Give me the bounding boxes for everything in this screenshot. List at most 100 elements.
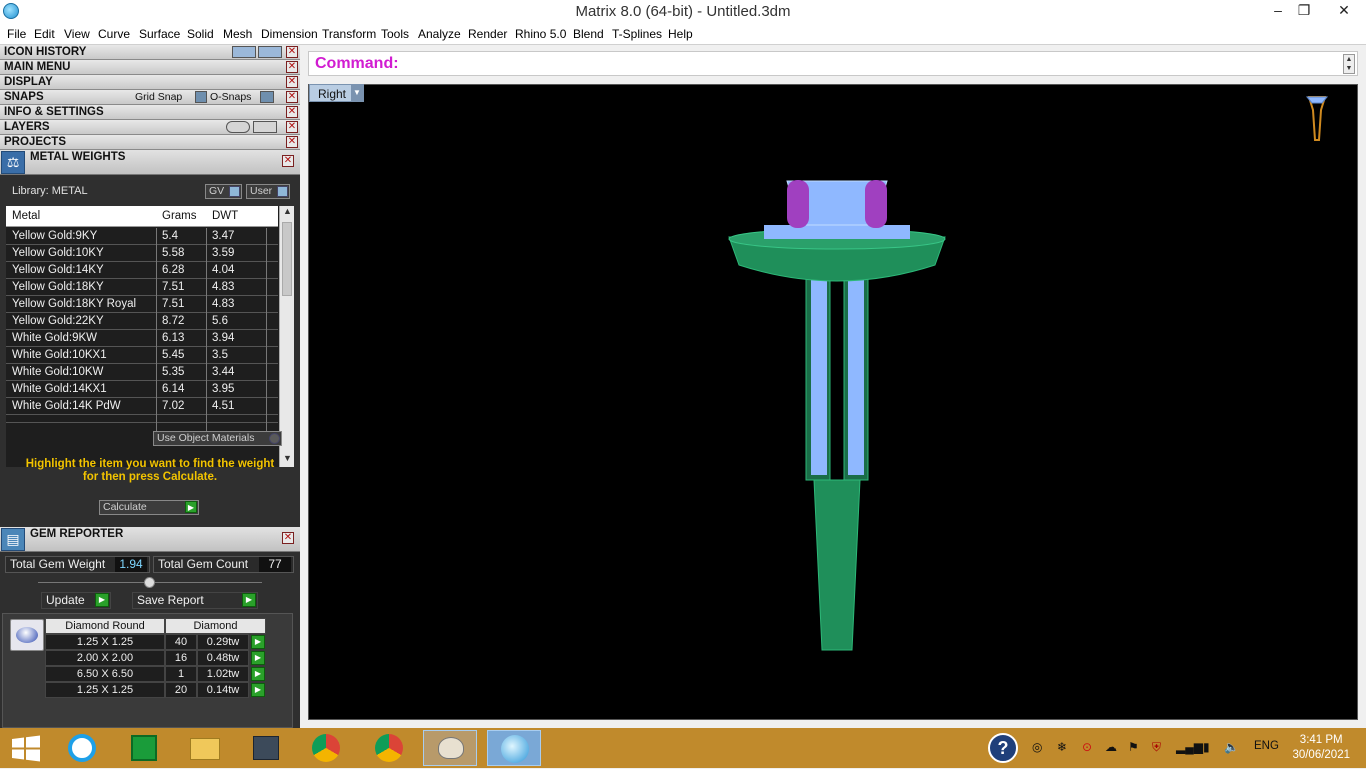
col-dwt[interactable]: DWT [212,210,238,222]
matrix-tray-icon[interactable]: ◎ [1032,740,1042,754]
restore-button[interactable]: ❐ [1290,0,1318,22]
matrix-taskbar-icon[interactable] [487,730,541,766]
internet-explorer-icon[interactable] [55,730,109,766]
scroll-thumb[interactable] [282,222,292,296]
language-indicator[interactable]: ENG [1254,740,1279,752]
gem-size[interactable]: 2.00 X 2.00 [45,650,165,666]
icon-history-row[interactable]: ICON HISTORY ✕ [0,45,300,60]
forward-arrow-icon[interactable] [258,46,282,58]
display-row[interactable]: DISPLAY ✕ [0,75,300,90]
menu-curve[interactable]: Curve [98,27,130,41]
gem-size[interactable]: 6.50 X 6.50 [45,666,165,682]
close-icon[interactable]: ✕ [286,76,298,88]
store-icon[interactable] [116,730,170,766]
metal-table-scrollbar[interactable]: ▲ ▼ [279,206,294,467]
gv-checkbox[interactable] [229,186,240,197]
user-toggle[interactable]: User [246,184,290,199]
table-row[interactable]: White Gold:14KX1 6.14 3.95 [6,381,278,398]
menu-tsplines[interactable]: T-Splines [612,27,662,41]
table-row[interactable]: White Gold:10KX1 5.45 3.5 [6,347,278,364]
update-button[interactable]: Update ▶ [41,592,111,609]
menu-rhino5[interactable]: Rhino 5.0 [515,27,566,41]
close-icon[interactable]: ✕ [286,121,298,133]
battery-icon[interactable]: ▮ [1203,740,1210,754]
menu-help[interactable]: Help [668,27,693,41]
col-metal[interactable]: Metal [12,210,40,222]
menu-dimension[interactable]: Dimension [261,27,318,41]
signal-icon[interactable]: ▂▄▆ [1176,740,1203,754]
user-checkbox[interactable] [277,186,288,197]
minimize-button[interactable]: ‒ [1264,0,1292,22]
col-grams[interactable]: Grams [162,210,197,222]
o-snaps-toggle[interactable] [260,91,274,103]
menu-solid[interactable]: Solid [187,27,214,41]
grid-snap-toggle[interactable] [195,91,207,103]
close-icon[interactable]: ✕ [286,61,298,73]
viewport-right[interactable] [308,84,1358,720]
help-icon[interactable]: ? [988,733,1018,763]
main-menu-row[interactable]: MAIN MENU ✕ [0,60,300,75]
use-object-materials-toggle[interactable]: Use Object Materials [153,431,282,446]
table-row[interactable]: Yellow Gold:22KY 8.72 5.6 [6,313,278,330]
calculate-button[interactable]: Calculate ▶ [99,500,199,515]
flag-icon[interactable]: ⚑ [1128,740,1139,754]
menu-blend[interactable]: Blend [573,27,604,41]
layers-row[interactable]: LAYERS ✕ [0,120,300,135]
menu-mesh[interactable]: Mesh [223,27,252,41]
command-bar[interactable]: Command: ▲ ▼ [308,51,1358,76]
eye-icon[interactable] [253,121,277,133]
layer-toggle-icon[interactable] [226,121,250,133]
menu-render[interactable]: Render [468,27,507,41]
file-explorer-icon[interactable] [177,730,231,766]
table-row[interactable]: Yellow Gold:9KY 5.4 3.47 [6,228,278,245]
chrome-icon[interactable] [299,730,353,766]
clock[interactable]: 3:41 PM 30/06/2021 [1292,733,1350,763]
command-spinner[interactable]: ▲ ▼ [1343,54,1355,74]
close-icon[interactable]: ✕ [286,106,298,118]
use-object-materials-checkbox[interactable] [269,433,280,444]
cloud-icon[interactable]: ☁ [1105,740,1117,754]
menu-edit[interactable]: Edit [34,27,55,41]
chrome-icon-2[interactable] [362,730,416,766]
close-icon[interactable]: ✕ [282,155,294,167]
table-row[interactable]: Yellow Gold:10KY 5.58 3.59 [6,245,278,262]
play-icon[interactable]: ▶ [251,635,265,649]
gem-size[interactable]: 1.25 X 1.25 [45,634,165,650]
play-icon[interactable]: ▶ [251,667,265,681]
viewport-name-tab[interactable]: Right ▼ [309,84,364,102]
play-icon[interactable]: ▶ [251,683,265,697]
menu-tools[interactable]: Tools [381,27,409,41]
shield-icon[interactable]: ⛨ [1152,740,1161,755]
table-row[interactable]: White Gold:10KW 5.35 3.44 [6,364,278,381]
menu-view[interactable]: View [64,27,90,41]
play-icon[interactable]: ▶ [251,651,265,665]
table-row-partial[interactable] [6,415,278,432]
table-row[interactable]: White Gold:14K PdW 7.02 4.51 [6,398,278,415]
info-settings-row[interactable]: INFO & SETTINGS ✕ [0,105,300,120]
close-icon[interactable]: ✕ [286,91,298,103]
close-button[interactable]: ✕ [1326,0,1362,22]
menu-analyze[interactable]: Analyze [418,27,461,41]
paint-icon[interactable] [423,730,477,766]
snowflake-icon[interactable]: ❄ [1057,740,1067,754]
gem-size[interactable]: 1.25 X 1.25 [45,682,165,698]
scroll-up-icon[interactable]: ▲ [280,206,294,220]
table-row[interactable]: Yellow Gold:14KY 6.28 4.04 [6,262,278,279]
gv-toggle[interactable]: GV [205,184,242,199]
menu-transform[interactable]: Transform [322,27,376,41]
volume-icon[interactable]: 🔈 [1224,740,1239,754]
control-panel-icon[interactable] [238,730,292,766]
close-icon[interactable]: ✕ [282,532,294,544]
start-button[interactable] [0,730,54,766]
round-diamond-icon[interactable] [10,619,44,651]
back-arrow-icon[interactable] [232,46,256,58]
close-icon[interactable]: ✕ [286,136,298,148]
snaps-row[interactable]: SNAPS Grid Snap O-Snaps ✕ [0,90,300,105]
projects-row[interactable]: PROJECTS ✕ [0,135,300,150]
table-row[interactable]: Yellow Gold:18KY 7.51 4.83 [6,279,278,296]
menu-file[interactable]: File [7,27,26,41]
table-row[interactable]: Yellow Gold:18KY Royal 7.51 4.83 [6,296,278,313]
save-report-button[interactable]: Save Report ▶ [132,592,258,609]
beats-icon[interactable]: ⊙ [1082,740,1092,754]
menu-surface[interactable]: Surface [139,27,180,41]
